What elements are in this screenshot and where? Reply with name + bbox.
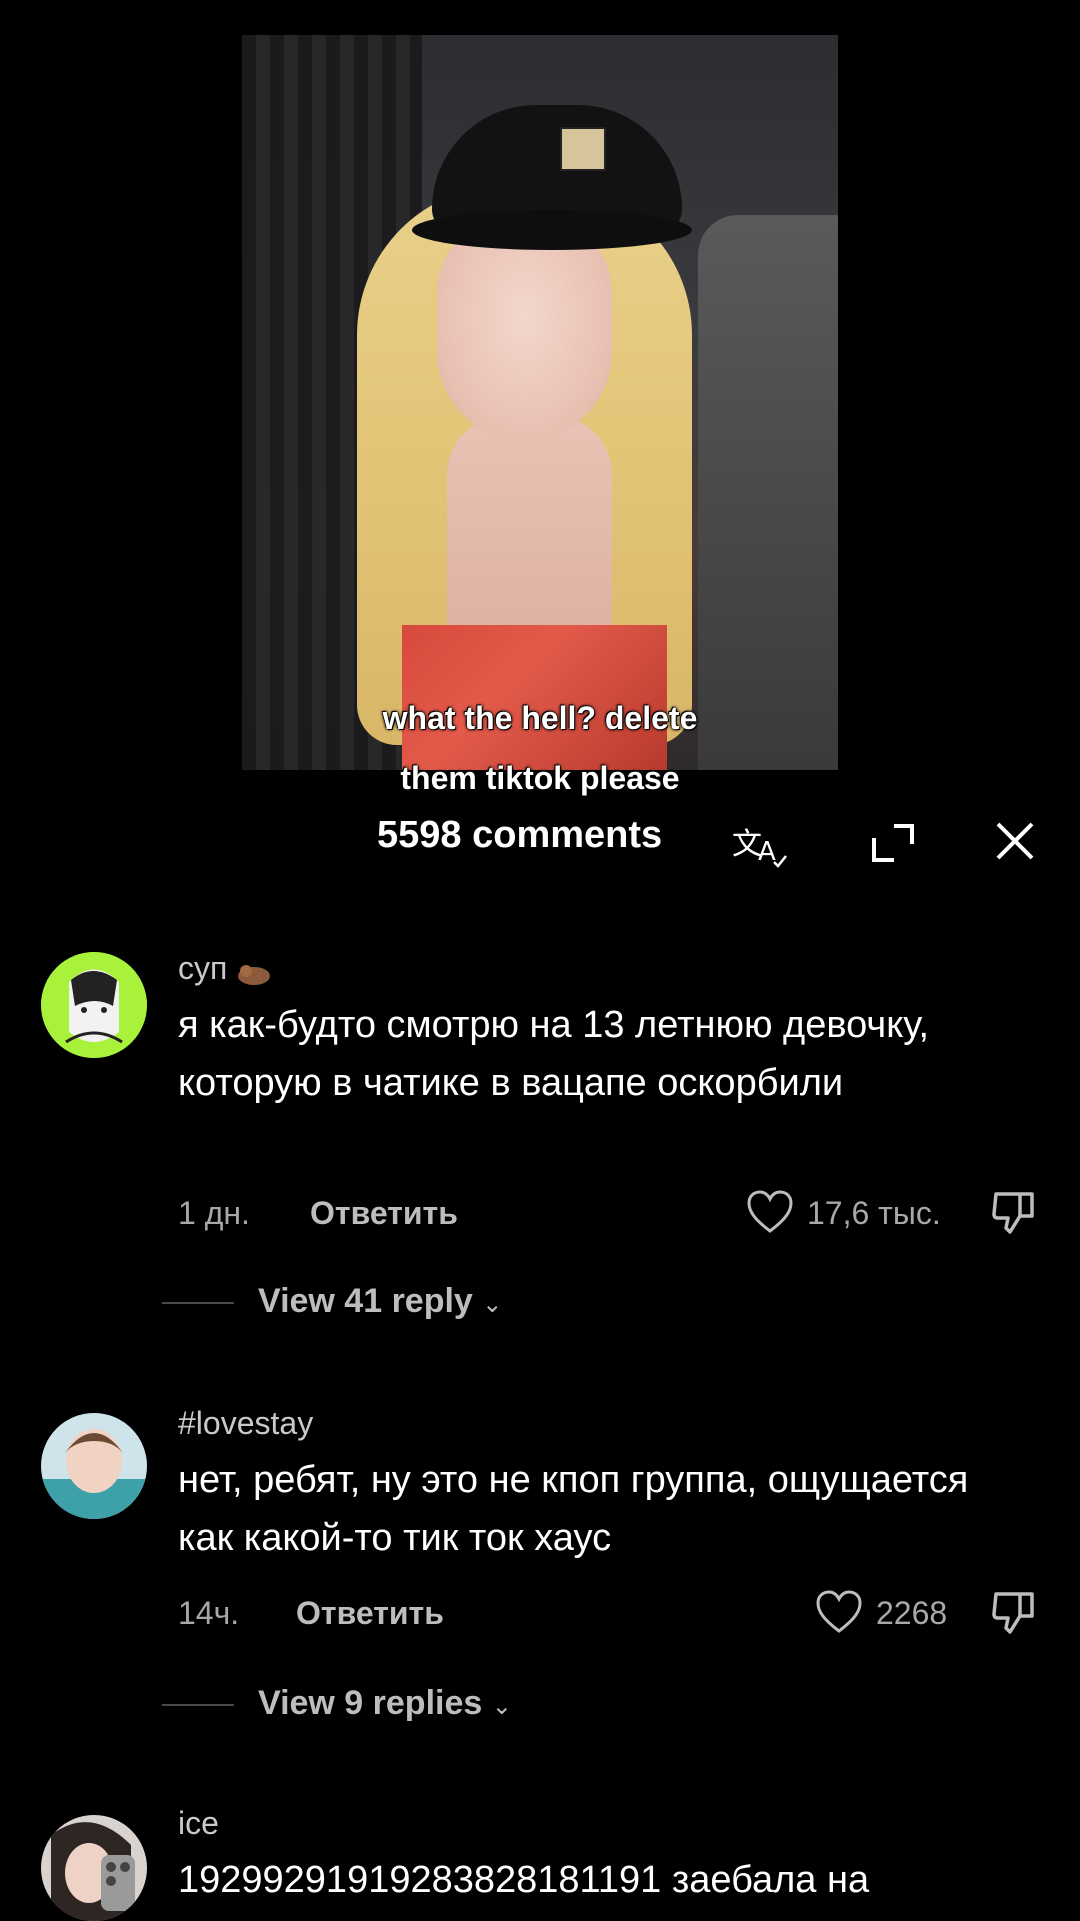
person-red-top (402, 625, 667, 770)
view-replies-button[interactable]: View 9 replies ⌄ (258, 1684, 512, 1723)
heart-icon[interactable] (746, 1190, 794, 1239)
translate-icon[interactable]: 文 A (730, 820, 788, 873)
username-text: суп (178, 950, 228, 986)
cap-logo (560, 127, 606, 171)
view-replies-label: View 41 reply (258, 1282, 473, 1320)
comment-username[interactable]: суп (178, 950, 272, 987)
comment-text: я как-будто смотрю на 13 летнюю девочку,… (178, 1004, 930, 1104)
avatar[interactable] (41, 1815, 147, 1921)
comment-time: 14ч. (178, 1595, 240, 1631)
view-replies-label: View 9 replies (258, 1684, 483, 1722)
avatar[interactable] (41, 1413, 147, 1519)
comment-username[interactable]: ice (178, 1805, 219, 1842)
comment-time: 1 дн. (178, 1195, 250, 1231)
comments-count: 5598 comments (377, 814, 663, 856)
dislike-icon[interactable] (990, 1188, 1038, 1241)
replies-divider (162, 1302, 234, 1304)
comments-header: 5598 comments 文 A (0, 810, 1080, 870)
avatar[interactable] (41, 952, 147, 1058)
cap-brim (412, 210, 692, 250)
comment-username[interactable]: #lovestay (178, 1405, 313, 1442)
close-icon[interactable] (994, 820, 1036, 867)
heart-icon[interactable] (815, 1590, 863, 1639)
like-count: 17,6 тыс. (807, 1195, 941, 1231)
video-caption-line-1: what the hell? delete (382, 700, 698, 736)
view-replies-button[interactable]: View 41 reply ⌄ (258, 1282, 502, 1321)
dislike-icon[interactable] (990, 1588, 1038, 1641)
chevron-down-icon: ⌄ (482, 1291, 503, 1318)
comment-text: 19299291919283828181191 заебала на (178, 1859, 870, 1901)
otter-emoji-icon (236, 958, 272, 985)
reply-button[interactable]: Ответить (296, 1595, 444, 1632)
video-preview[interactable] (242, 35, 838, 770)
like-count: 2268 (876, 1595, 948, 1631)
comment-text: нет, ребят, ну это не кпоп группа, ощуща… (178, 1459, 969, 1559)
car-seat-background (698, 215, 838, 770)
reply-button[interactable]: Ответить (310, 1195, 458, 1232)
replies-divider (162, 1704, 234, 1706)
svg-text:A: A (758, 837, 776, 867)
expand-icon[interactable] (870, 822, 916, 869)
chevron-down-icon: ⌄ (491, 1693, 512, 1720)
video-caption-line-2: them tiktok please (400, 760, 680, 796)
